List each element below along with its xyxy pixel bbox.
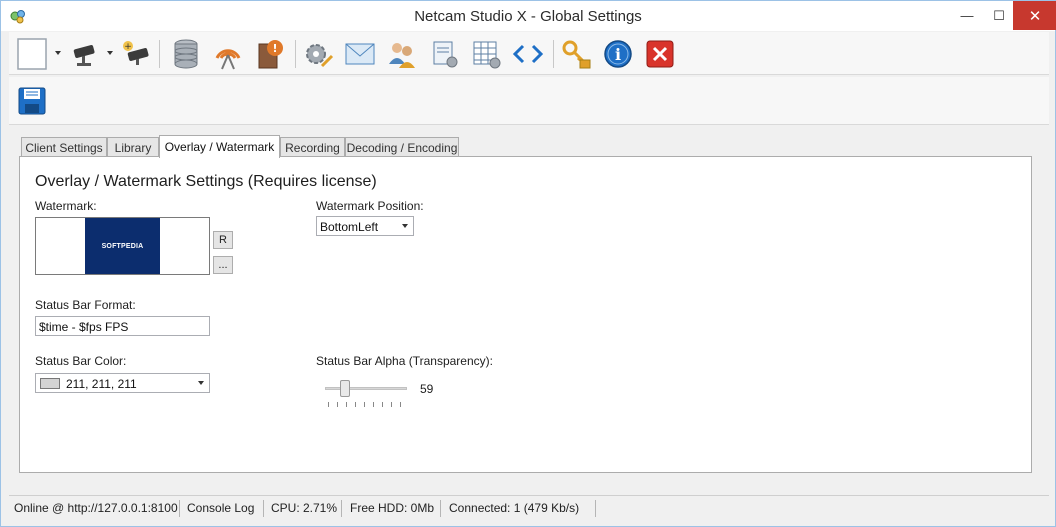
svg-text:+: + (124, 42, 132, 52)
status-cpu: CPU: 2.71% (271, 501, 338, 515)
status-bar-format-input[interactable]: $time - $fps FPS (35, 316, 210, 336)
main-toolbar: + ! i (9, 32, 1049, 75)
window-title: Netcam Studio X - Global Settings (414, 8, 642, 25)
close-red-icon[interactable] (643, 37, 677, 71)
watermark-position-select[interactable]: BottomLeft (316, 216, 414, 236)
alpha-slider-handle[interactable] (340, 380, 350, 397)
code-icon[interactable] (511, 37, 545, 71)
status-bar-format-label: Status Bar Format: (35, 298, 136, 312)
slider-tick (328, 402, 329, 407)
reset-watermark-button[interactable]: R (213, 231, 233, 249)
chevron-down-icon[interactable] (55, 51, 61, 55)
key-lock-icon[interactable] (559, 37, 593, 71)
save-icon[interactable] (15, 84, 49, 118)
blank-page-icon[interactable] (15, 37, 49, 71)
slider-tick (382, 402, 383, 407)
svg-text:i: i (615, 45, 621, 64)
users-icon[interactable] (385, 37, 419, 71)
chevron-down-icon[interactable] (107, 51, 113, 55)
table-settings-icon[interactable] (469, 37, 503, 71)
alpha-value: 59 (420, 382, 434, 396)
chevron-down-icon (198, 381, 204, 385)
watermark-logo: SOFTPEDIA (85, 218, 160, 274)
minimize-button[interactable]: — (951, 1, 983, 30)
chevron-down-icon (402, 224, 408, 228)
camera-icon[interactable] (67, 37, 101, 71)
status-bar-alpha-label: Status Bar Alpha (Transparency): (316, 354, 493, 368)
tab-decoding-encoding[interactable]: Decoding / Encoding (345, 137, 459, 157)
secondary-toolbar (9, 77, 1049, 125)
scroll-settings-icon[interactable] (427, 37, 461, 71)
console-log-link[interactable]: Console Log (187, 501, 254, 515)
slider-tick (337, 402, 338, 407)
color-swatch (40, 378, 60, 389)
watermark-position-value: BottomLeft (320, 220, 379, 234)
slider-tick (391, 402, 392, 407)
broadcast-icon[interactable] (211, 37, 245, 71)
svg-text:!: ! (272, 42, 277, 55)
status-separator (341, 500, 342, 517)
tab-client-settings[interactable]: Client Settings (21, 137, 107, 157)
status-bar-color-select[interactable]: 211, 211, 211 (35, 373, 210, 393)
page-title: Overlay / Watermark Settings (Requires l… (35, 173, 377, 190)
database-icon[interactable] (169, 37, 203, 71)
status-separator (595, 500, 596, 517)
status-bar-color-label: Status Bar Color: (35, 354, 127, 368)
watermark-label: Watermark: (35, 199, 97, 213)
status-separator (263, 500, 264, 517)
maximize-button[interactable]: ☐ (983, 1, 1015, 30)
slider-tick (400, 402, 401, 407)
alpha-slider-track[interactable] (325, 387, 407, 390)
status-bar: Online @ http://127.0.0.1:8100 Console L… (9, 495, 1049, 520)
watermark-position-label: Watermark Position: (316, 199, 424, 213)
watermark-preview: SOFTPEDIA (35, 217, 210, 275)
slider-tick (355, 402, 356, 407)
main-window: Netcam Studio X - Global Settings — ☐ ✕ … (0, 0, 1056, 527)
overlay-watermark-panel: Overlay / Watermark Settings (Requires l… (19, 156, 1032, 473)
tab-overlay-watermark[interactable]: Overlay / Watermark (159, 135, 280, 158)
browse-watermark-button[interactable]: ... (213, 256, 233, 274)
slider-tick (364, 402, 365, 407)
slider-tick (373, 402, 374, 407)
email-icon[interactable] (343, 37, 377, 71)
book-alert-icon[interactable]: ! (253, 37, 287, 71)
status-bar-color-value: 211, 211, 211 (66, 377, 137, 391)
toolbar-separator (159, 40, 160, 68)
status-separator (440, 500, 441, 517)
info-icon[interactable]: i (601, 37, 635, 71)
status-separator (179, 500, 180, 517)
gear-pencil-icon[interactable] (301, 37, 335, 71)
tab-library[interactable]: Library (107, 137, 159, 157)
close-window-button[interactable]: ✕ (1013, 1, 1056, 30)
status-free-hdd: Free HDD: 0Mb (350, 501, 435, 515)
add-camera-icon[interactable]: + (119, 37, 153, 71)
status-online: Online @ http://127.0.0.1:8100 (14, 501, 178, 515)
slider-tick (346, 402, 347, 407)
toolbar-separator (295, 40, 296, 68)
status-connected: Connected: 1 (479 Kb/s) (449, 501, 580, 515)
title-bar: Netcam Studio X - Global Settings — ☐ ✕ (1, 1, 1056, 31)
toolbar-separator (553, 40, 554, 68)
tab-recording[interactable]: Recording (280, 137, 345, 157)
